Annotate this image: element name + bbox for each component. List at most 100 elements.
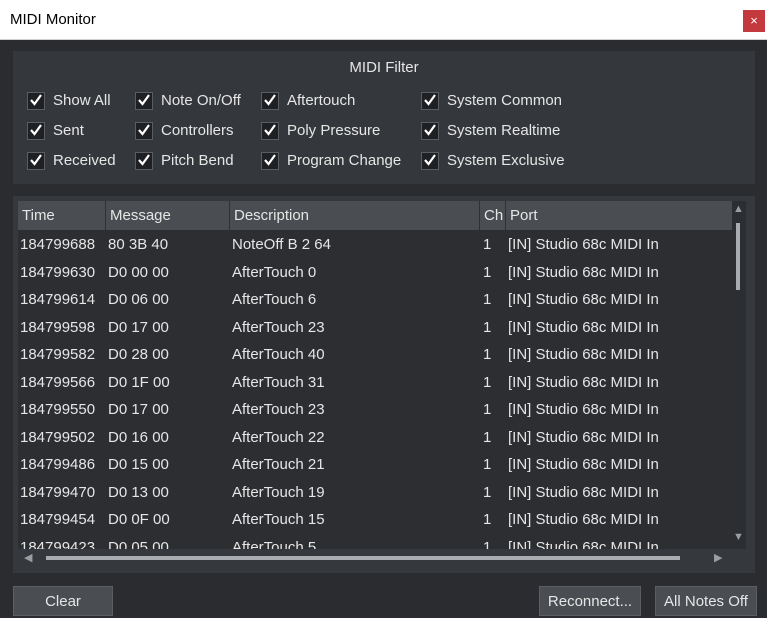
table-row[interactable]: 184799614 D0 06 00 AfterTouch 6 1 [IN] Studi… [18,285,732,313]
cell-description: AfterTouch 40 [232,346,325,363]
checkbox-label: Program Change [287,152,402,169]
horizontal-scroll-thumb[interactable] [46,556,680,560]
scroll-left-icon[interactable]: ◀ [24,551,32,564]
column-header-ch[interactable]: Ch [480,201,506,230]
cell-port: [IN] Studio 68c MIDI In [508,538,659,550]
cell-port: [IN] Studio 68c MIDI In [508,236,659,253]
column-header-description[interactable]: Description [230,201,480,230]
scroll-down-icon[interactable]: ▼ [733,531,744,543]
checkmark-icon[interactable] [261,92,279,110]
scroll-right-icon[interactable]: ▶ [714,551,722,564]
cell-description: NoteOff B 2 64 [232,236,331,253]
checkmark-icon[interactable] [421,152,439,170]
table-row[interactable]: 184799566 D0 1F 00 AfterTouch 31 1 [IN] Stud… [18,368,732,396]
checkmark-icon[interactable] [421,92,439,110]
checkmark-icon[interactable] [135,122,153,140]
cell-description: AfterTouch 23 [232,401,325,418]
table-row[interactable]: 184799486 D0 15 00 AfterTouch 21 1 [IN] Stud… [18,450,732,478]
cell-time: 184799423 [20,538,96,550]
vertical-scroll-thumb[interactable] [736,223,740,290]
cell-message: D0 00 00 [108,263,169,281]
event-table[interactable]: Time Message Description Ch Port 1847996… [18,201,746,549]
column-header-message[interactable]: Message [106,201,230,230]
close-icon: × [750,13,758,28]
column-header-port[interactable]: Port [506,201,732,230]
cell-message: D0 05 00 [108,538,169,550]
checkmark-icon[interactable] [27,122,45,140]
checkmark-icon[interactable] [27,92,45,110]
cell-description: AfterTouch 22 [232,428,325,446]
cell-port: [IN] Studio 68c MIDI In [508,263,659,281]
title-bar: MIDI Monitor × [0,0,767,40]
cell-message: D0 1F 00 [108,373,170,391]
cell-description: AfterTouch 15 [232,511,325,528]
cell-message: D0 06 00 [108,291,169,308]
cell-channel: 1 [483,263,492,281]
cell-port: [IN] Studio 68c MIDI In [508,346,659,363]
table-row[interactable]: 184799550 D0 17 00 AfterTouch 23 1 [IN] Stud… [18,395,732,423]
checkbox-label: System Exclusive [447,152,565,169]
table-row[interactable]: 184799502 D0 16 00 AfterTouch 22 1 [IN] Stud… [18,423,732,451]
cell-time: 184799486 [20,456,96,473]
checkmark-icon[interactable] [261,152,279,170]
cell-channel: 1 [483,428,492,446]
cell-message: D0 17 00 [108,318,169,336]
checkbox-label: Poly Pressure [287,122,381,139]
cell-port: [IN] Studio 68c MIDI In [508,373,659,391]
cell-port: [IN] Studio 68c MIDI In [508,291,659,308]
table-row[interactable]: 184799423 D0 05 00 AfterTouch 5 1 [IN] Studi… [18,533,732,550]
cell-message: 80 3B 40 [108,236,169,253]
checkbox-label: Note On/Off [161,92,241,109]
table-body: 184799688 80 3B 40 NoteOff B 2 64 1 [IN] Stu… [18,230,732,549]
checkbox-label: Received [53,152,116,169]
cell-time: 184799470 [20,483,96,501]
cell-message: D0 16 00 [108,428,169,446]
table-row[interactable]: 184799688 80 3B 40 NoteOff B 2 64 1 [IN] Stu… [18,230,732,258]
checkmark-icon[interactable] [135,92,153,110]
checkmark-icon[interactable] [421,122,439,140]
checkmark-icon[interactable] [27,152,45,170]
table-header: Time Message Description Ch Port [18,201,732,230]
cell-port: [IN] Studio 68c MIDI In [508,318,659,336]
cell-description: AfterTouch 21 [232,456,325,473]
table-row[interactable]: 184799470 D0 13 00 AfterTouch 19 1 [IN] Stud… [18,478,732,506]
column-header-time[interactable]: Time [18,201,106,230]
window-title: MIDI Monitor [10,11,96,28]
checkbox-label: System Common [447,92,563,109]
vertical-scrollbar[interactable]: ▲ ▼ [732,201,746,549]
cell-time: 184799598 [20,318,96,336]
cell-port: [IN] Studio 68c MIDI In [508,401,659,418]
table-row[interactable]: 184799454 D0 0F 00 AfterTouch 15 1 [IN] Stud… [18,505,732,533]
cell-description: AfterTouch 0 [232,263,317,281]
table-row[interactable]: 184799630 D0 00 00 AfterTouch 0 1 [IN] Studi… [18,258,732,286]
cell-message: D0 15 00 [108,456,169,473]
close-button[interactable]: × [743,10,765,32]
cell-channel: 1 [483,236,492,253]
filter-title: MIDI Filter [349,59,419,76]
checkmark-icon[interactable] [261,122,279,140]
cell-channel: 1 [483,511,492,528]
reconnect-button[interactable]: Reconnect... [539,586,641,616]
cell-description: AfterTouch 23 [232,318,325,336]
cell-message: D0 28 00 [108,346,169,363]
cell-channel: 1 [483,373,492,391]
cell-time: 184799582 [20,346,96,363]
horizontal-scrollbar[interactable]: ◀ ▶ [18,551,732,567]
checkmark-icon[interactable] [135,152,153,170]
all-notes-off-button[interactable]: All Notes Off [655,586,757,616]
cell-message: D0 0F 00 [108,511,170,528]
cell-message: D0 17 00 [108,401,169,418]
cell-time: 184799630 [20,263,96,281]
cell-description: AfterTouch 31 [232,373,325,391]
cell-message: D0 13 00 [108,483,169,501]
cell-time: 184799550 [20,401,96,418]
cell-description: AfterTouch 19 [232,483,325,501]
midi-event-list: Time Message Description Ch Port 1847996… [13,196,755,573]
table-row[interactable]: 184799582 D0 28 00 AfterTouch 40 1 [IN] Stud… [18,340,732,368]
scroll-up-icon[interactable]: ▲ [733,203,744,215]
checkbox-label: Pitch Bend [161,152,234,169]
cell-time: 184799688 [20,236,96,253]
clear-button[interactable]: Clear [13,586,113,616]
cell-time: 184799566 [20,373,96,391]
table-row[interactable]: 184799598 D0 17 00 AfterTouch 23 1 [IN] Stud… [18,313,732,341]
